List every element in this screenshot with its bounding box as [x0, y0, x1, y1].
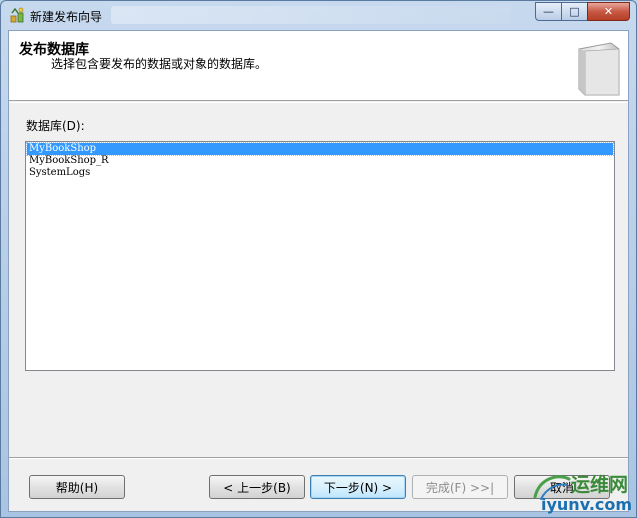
- database-list-label: 数据库(D):: [26, 119, 85, 133]
- wizard-window: 新建发布向导 — □ ✕ 发布数据库 选择包含要发布的数据或对象的数据库。 数据…: [0, 0, 637, 518]
- help-button[interactable]: 帮助(H): [29, 475, 125, 499]
- title-bar-backdrop: [111, 6, 511, 24]
- database-book-icon: [578, 42, 620, 96]
- watermark-domain: iyunv.com: [541, 495, 633, 514]
- watermark-site-name: 运维网: [571, 474, 629, 496]
- header-divider: [9, 102, 628, 103]
- window-controls: — □ ✕: [535, 2, 630, 21]
- title-bar[interactable]: 新建发布向导 — □ ✕: [1, 1, 636, 30]
- database-listbox[interactable]: MyBookShop MyBookShop_R SystemLogs: [25, 141, 615, 371]
- page-subtitle: 选择包含要发布的数据或对象的数据库。: [51, 57, 268, 71]
- back-button[interactable]: < 上一步(B): [209, 475, 305, 499]
- close-button[interactable]: ✕: [587, 2, 630, 21]
- database-item-mybookshop[interactable]: MyBookShop: [26, 142, 614, 156]
- wizard-app-icon: [10, 7, 24, 23]
- database-item-mybookshop-r[interactable]: MyBookShop_R: [27, 155, 613, 167]
- window-title: 新建发布向导: [30, 10, 103, 24]
- wizard-client-area: 发布数据库 选择包含要发布的数据或对象的数据库。 数据库(D): MyBookS…: [8, 30, 629, 512]
- database-item-systemlogs[interactable]: SystemLogs: [27, 167, 613, 179]
- minimize-button[interactable]: —: [535, 2, 561, 21]
- site-watermark: 运维网 iyunv.com: [527, 467, 637, 517]
- next-button[interactable]: 下一步(N) >: [310, 475, 406, 499]
- finish-button[interactable]: 完成(F) >>|: [412, 475, 508, 499]
- maximize-button[interactable]: □: [561, 2, 587, 21]
- wizard-header: 发布数据库 选择包含要发布的数据或对象的数据库。: [9, 31, 628, 101]
- footer-divider-highlight: [9, 458, 628, 459]
